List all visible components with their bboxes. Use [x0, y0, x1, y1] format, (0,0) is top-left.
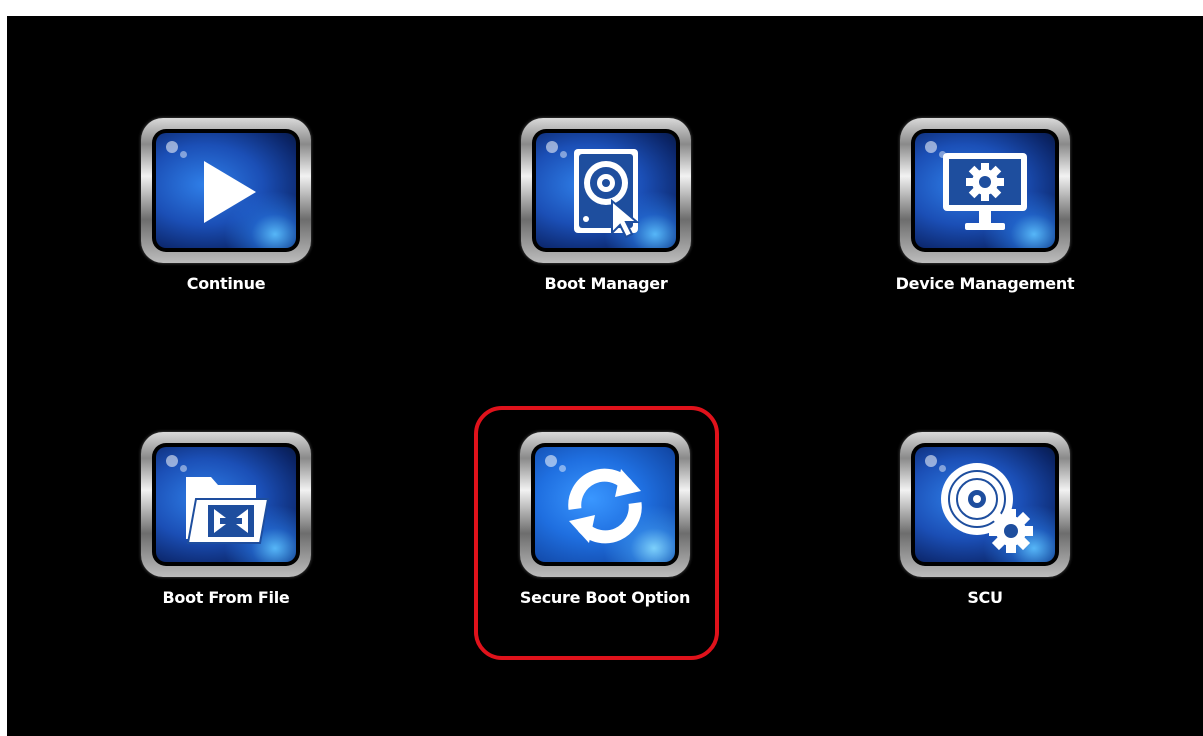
device-management-label: Device Management [895, 274, 1075, 293]
scu-button[interactable]: SCU [870, 432, 1100, 642]
continue-button[interactable]: Continue [111, 118, 341, 328]
device-management-tile-frame [900, 118, 1070, 263]
scu-tile-frame [900, 432, 1070, 577]
continue-label: Continue [186, 274, 266, 293]
continue-tile-frame [141, 118, 311, 263]
play-icon [204, 161, 256, 223]
boot-from-file-label: Boot From File [162, 588, 290, 607]
boot-manager-button[interactable]: Boot Manager [491, 118, 721, 328]
boot-from-file-button[interactable]: Boot From File [111, 432, 341, 642]
scu-icon [941, 463, 1033, 553]
boot-manager-label: Boot Manager [544, 274, 668, 293]
scu-label: SCU [967, 588, 1003, 607]
boot-from-file-tile-frame [141, 432, 311, 577]
device-management-button[interactable]: Device Management [870, 118, 1100, 328]
boot-manager-icon [574, 149, 640, 239]
device-management-icon [943, 153, 1027, 230]
boot-from-file-icon [186, 477, 270, 544]
boot-manager-tile-frame [521, 118, 691, 263]
selection-highlight [474, 406, 719, 660]
